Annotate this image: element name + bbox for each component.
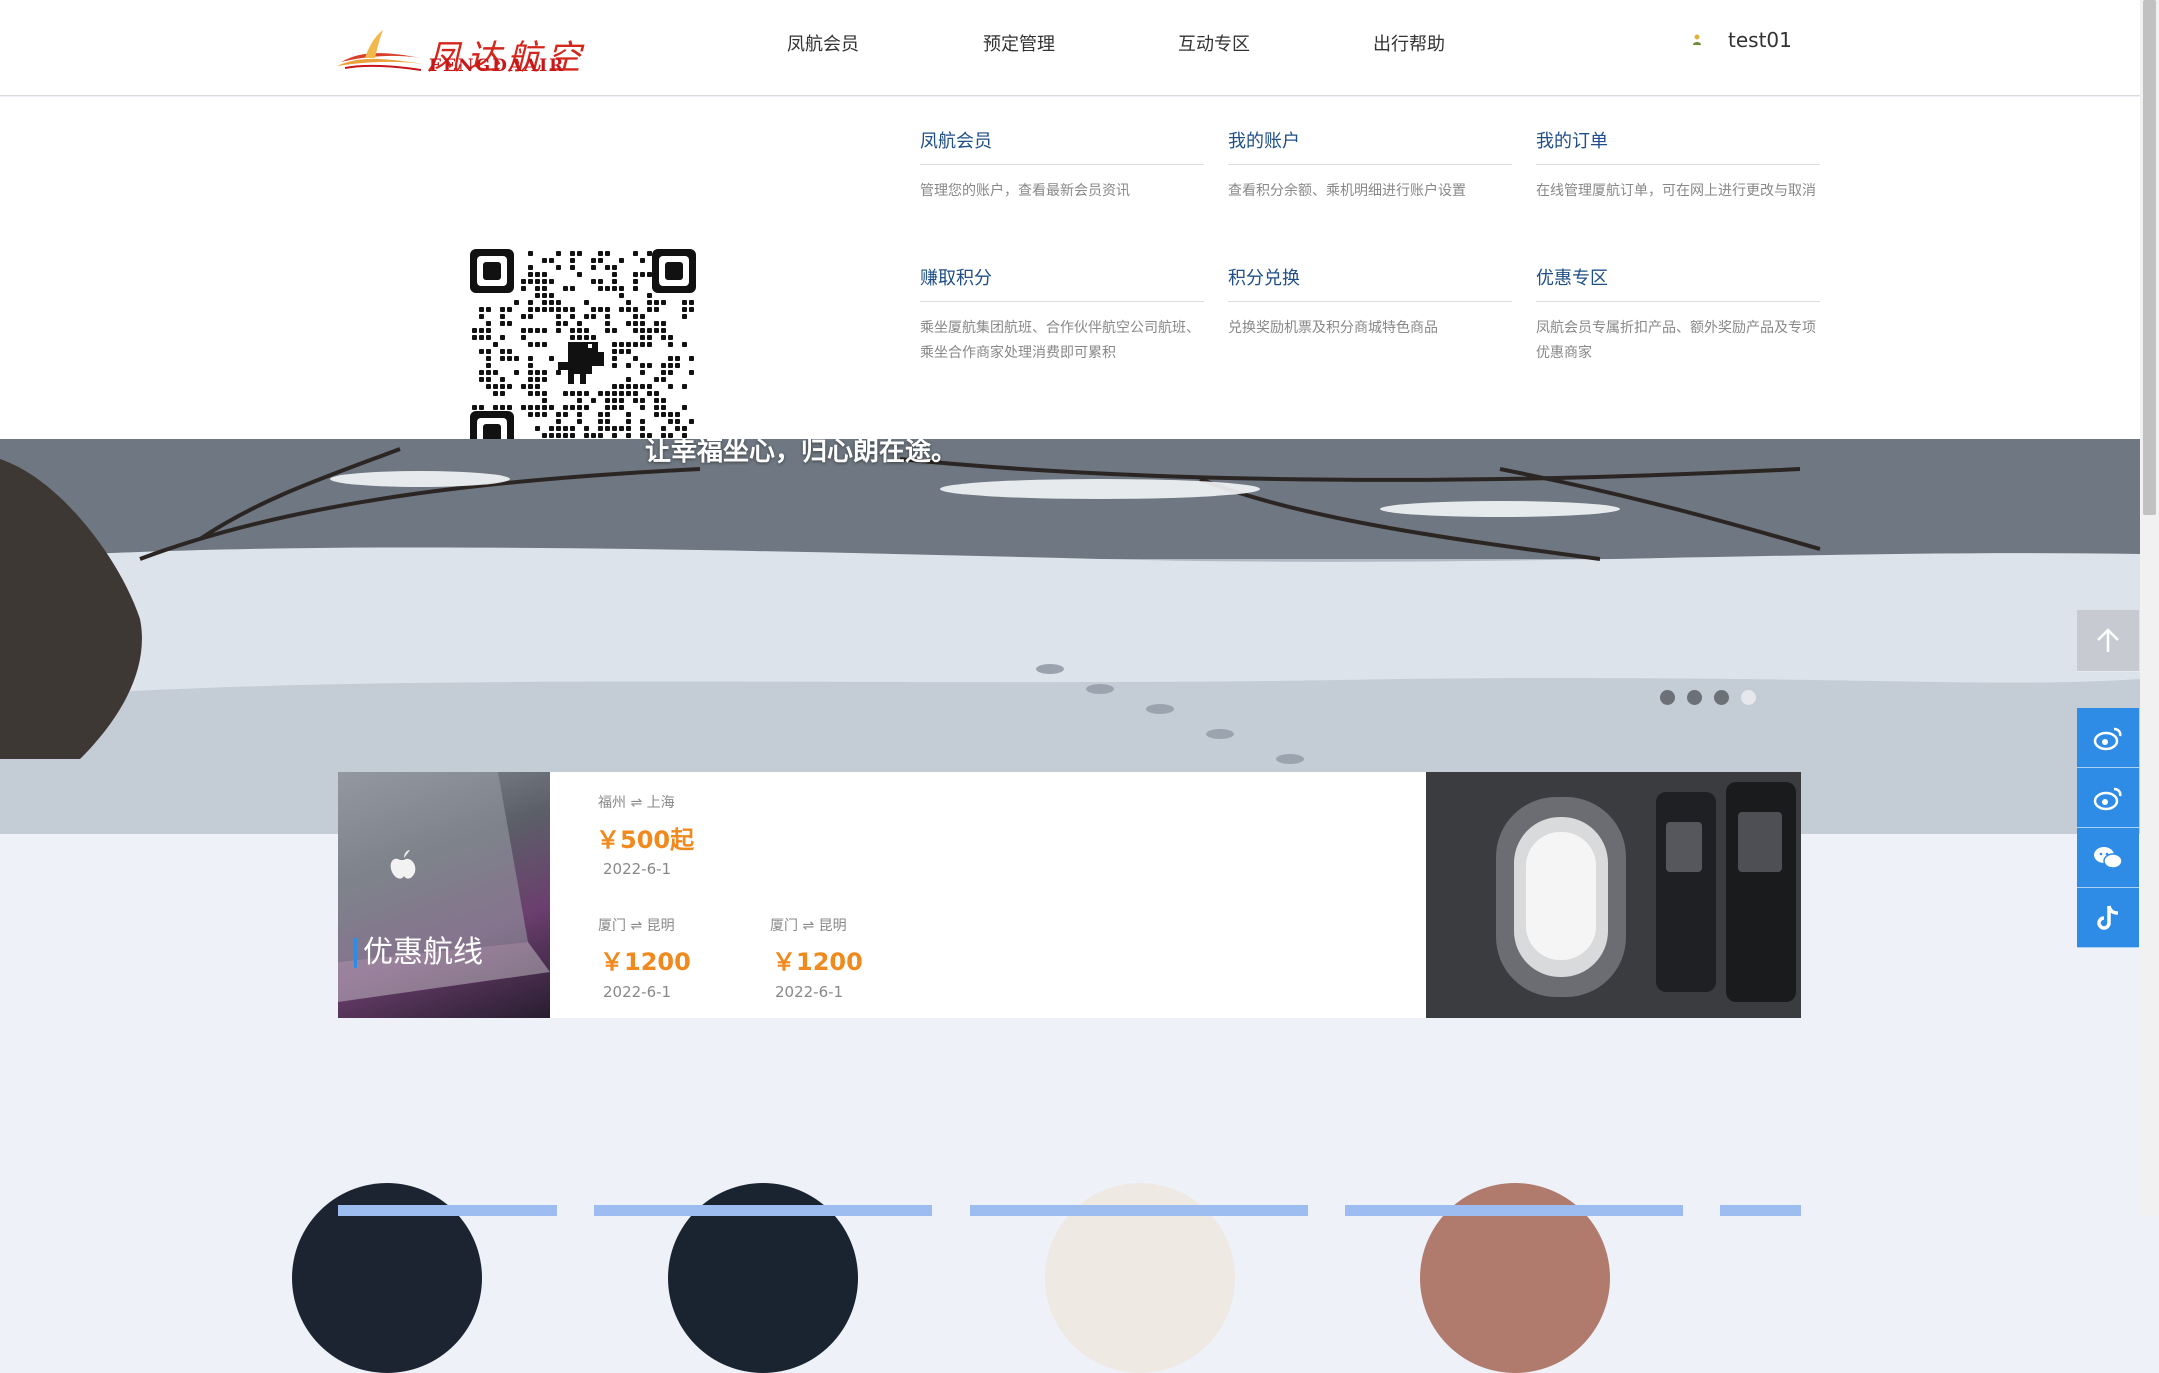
menu-card-member[interactable]: 凤航会员 管理您的账户，查看最新会员资讯	[920, 127, 1204, 204]
destination-card[interactable]	[594, 1205, 932, 1216]
back-to-top-button[interactable]	[2077, 610, 2139, 672]
menu-title[interactable]: 积分兑换	[1228, 264, 1512, 302]
logo[interactable]: 凤达航空 FENGDAAIR	[335, 26, 595, 78]
username: test01	[1728, 28, 1792, 52]
menu-desc: 凤航会员专属折扣产品、额外奖励产品及专项优惠商家	[1536, 320, 1816, 361]
menu-title[interactable]: 优惠专区	[1536, 264, 1820, 302]
tiktok-icon	[2097, 905, 2119, 930]
carousel-dots	[1660, 690, 1756, 705]
top-header: 凤达航空 FENGDAAIR 凤航会员 预定管理 互动专区 出行帮助 test0…	[0, 0, 2140, 96]
wechat-icon	[2094, 846, 2123, 869]
deal-price[interactable]: ￥1200	[772, 942, 863, 977]
tiktok-button[interactable]	[2077, 888, 2139, 948]
user-menu[interactable]: test01	[1692, 28, 1792, 52]
menu-desc: 查看积分余额、乘机明细进行账户设置	[1228, 183, 1466, 199]
cabin-seat-image	[1426, 772, 1801, 1018]
menu-desc: 乘坐厦航集团航班、合作伙伴航空公司航班、乘坐合作商家处理消费即可累积	[920, 320, 1200, 361]
destination-card[interactable]	[1345, 1205, 1683, 1216]
menu-desc: 管理您的账户，查看最新会员资讯	[920, 183, 1130, 199]
deal-date: 2022-6-1	[603, 860, 672, 878]
deals-image: 优惠航线	[338, 772, 550, 1018]
menu-card-earn-points[interactable]: 赚取积分 乘坐厦航集团航班、合作伙伴航空公司航班、乘坐合作商家处理消费即可累积	[920, 264, 1204, 366]
deal-date: 2022-6-1	[775, 983, 844, 1001]
menu-title[interactable]: 赚取积分	[920, 264, 1204, 302]
user-icon	[1693, 34, 1701, 45]
deal-date: 2022-6-1	[603, 983, 672, 1001]
weibo-icon	[2093, 787, 2122, 810]
deal-route[interactable]: 厦门 ⇌ 昆明	[770, 915, 847, 935]
deal-route[interactable]: 厦门 ⇌ 昆明	[598, 915, 675, 935]
menu-title[interactable]: 我的订单	[1536, 127, 1820, 165]
deal-price[interactable]: ￥500起	[596, 820, 694, 855]
qr-code	[470, 249, 696, 455]
page-scrollbar[interactable]	[2140, 0, 2159, 1216]
laptop-image	[338, 772, 550, 1002]
menu-title[interactable]: 凤航会员	[920, 127, 1204, 165]
scrollbar-thumb[interactable]	[2143, 0, 2156, 515]
nav-booking-management[interactable]: 预定管理	[983, 30, 1055, 56]
logo-subtext: FENGDAAIR	[429, 56, 566, 76]
member-dropdown-panel: 凤航会员 管理您的账户，查看最新会员资讯 我的账户 查看积分余额、乘机明细进行账…	[0, 97, 2140, 455]
destination-card[interactable]	[970, 1205, 1308, 1216]
weibo-button[interactable]	[2077, 708, 2139, 768]
deal-route[interactable]: 福州 ⇌ 上海	[598, 792, 675, 812]
cabin-window-image	[1426, 772, 1801, 1018]
nav-travel-help[interactable]: 出行帮助	[1373, 30, 1445, 56]
banner-caption: 让幸福坐心，归心朗在途。	[645, 439, 958, 467]
menu-card-my-account[interactable]: 我的账户 查看积分余额、乘机明细进行账户设置	[1228, 127, 1512, 204]
arrow-up-icon	[2097, 627, 2119, 652]
deals-card: 优惠航线 福州 ⇌ 上海 ￥500起 2022-6-1 厦门 ⇌ 昆明 ￥120…	[338, 772, 1801, 1018]
deals-title: 优惠航线	[354, 938, 483, 968]
nav-interaction[interactable]: 互动专区	[1178, 30, 1250, 56]
carousel-dot[interactable]	[1714, 690, 1729, 705]
floating-sidebar	[2077, 610, 2139, 948]
menu-title[interactable]: 我的账户	[1228, 127, 1512, 165]
menu-card-my-orders[interactable]: 我的订单 在线管理厦航订单，可在网上进行更改与取消	[1536, 127, 1820, 204]
weibo-button-2[interactable]	[2077, 768, 2139, 828]
destination-card[interactable]	[338, 1205, 557, 1216]
nav-member[interactable]: 凤航会员	[787, 30, 859, 56]
menu-card-redeem-points[interactable]: 积分兑换 兑换奖励机票及积分商城特色商品	[1228, 264, 1512, 341]
menu-card-promotions[interactable]: 优惠专区 凤航会员专属折扣产品、额外奖励产品及专项优惠商家	[1536, 264, 1820, 366]
weibo-icon	[2093, 727, 2122, 750]
wechat-button[interactable]	[2077, 828, 2139, 888]
carousel-dot-active[interactable]	[1741, 690, 1756, 705]
menu-desc: 在线管理厦航订单，可在网上进行更改与取消	[1536, 183, 1816, 199]
menu-desc: 兑换奖励机票及积分商城特色商品	[1228, 320, 1438, 336]
phoenix-icon	[337, 30, 423, 71]
carousel-dot[interactable]	[1660, 690, 1675, 705]
deal-price[interactable]: ￥1200	[600, 942, 691, 977]
carousel-dot[interactable]	[1687, 690, 1702, 705]
destination-card[interactable]	[1720, 1205, 1801, 1216]
